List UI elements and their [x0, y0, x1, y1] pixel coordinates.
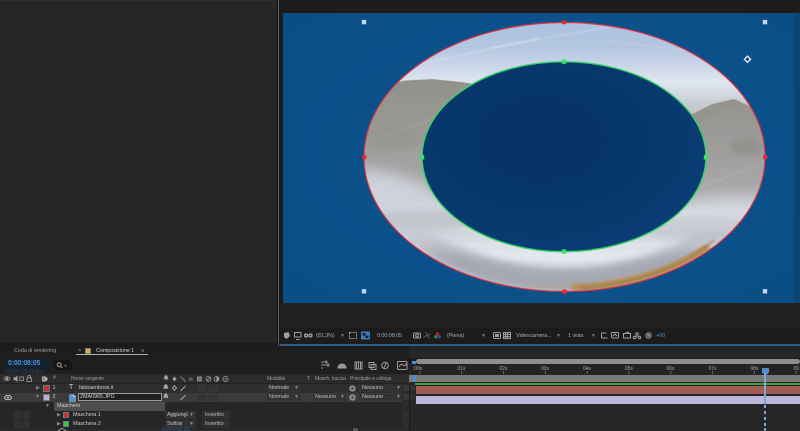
- svg-text:fx: fx: [189, 377, 193, 383]
